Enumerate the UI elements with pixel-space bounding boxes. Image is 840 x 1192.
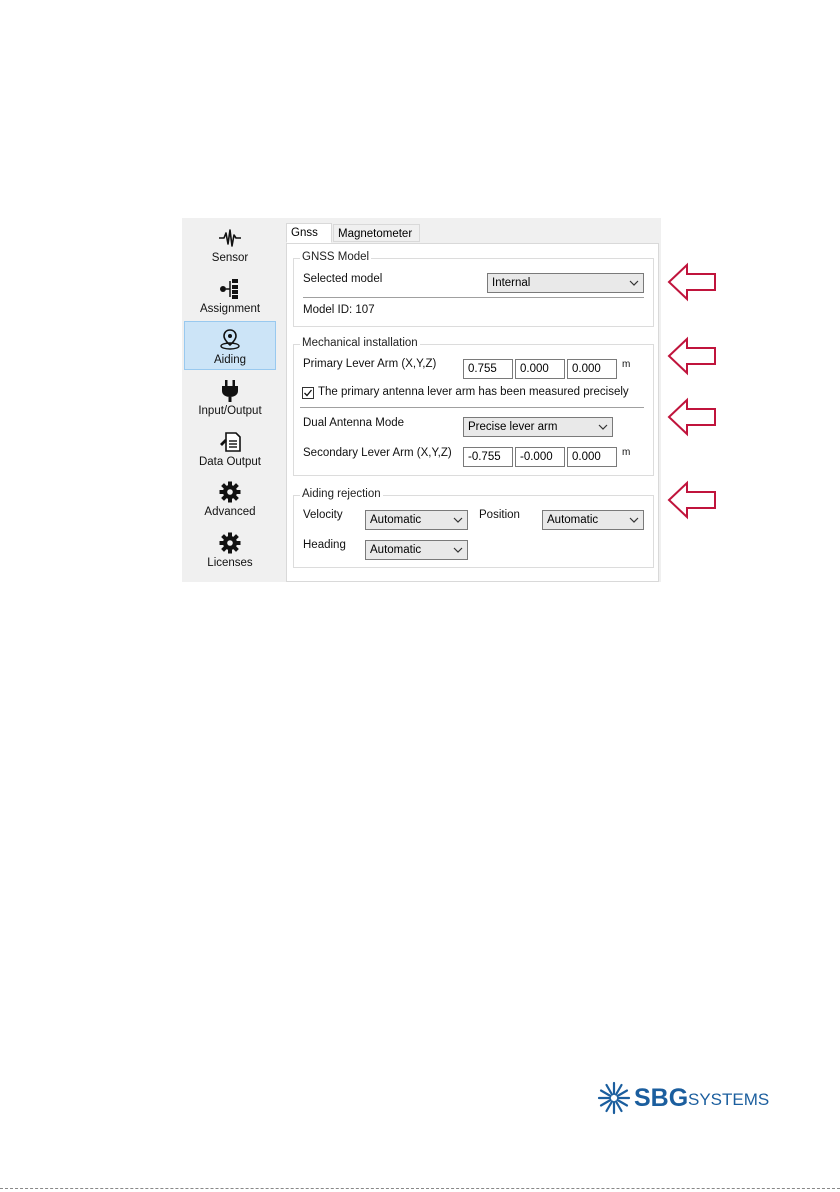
logo-suffix-text: SYSTEMS bbox=[688, 1090, 770, 1109]
separator bbox=[300, 407, 644, 408]
aiding-rejection-group: Aiding rejection Velocity Automatic Posi… bbox=[293, 488, 654, 568]
sidebar-item-data-output[interactable]: Data Output bbox=[184, 424, 276, 473]
dual-antenna-mode-value: Precise lever arm bbox=[468, 421, 558, 433]
gnss-model-group: GNSS Model Selected model Internal Model… bbox=[293, 251, 654, 327]
primary-lever-arm-x-input[interactable] bbox=[463, 359, 513, 379]
sidebar: Sensor Assignment Aiding Input/Output Da… bbox=[182, 218, 280, 582]
primary-lever-arm-label: Primary Lever Arm (X,Y,Z) bbox=[303, 358, 437, 370]
document-edit-icon bbox=[184, 430, 276, 454]
sbg-systems-logo: SBG SYSTEMS bbox=[596, 1078, 776, 1118]
checkmark-icon bbox=[304, 389, 313, 397]
separator bbox=[303, 297, 644, 298]
chevron-down-icon bbox=[629, 280, 639, 286]
mechanical-installation-group: Mechanical installation Primary Lever Ar… bbox=[293, 337, 654, 476]
secondary-lever-arm-x-input[interactable] bbox=[463, 447, 513, 467]
velocity-dropdown[interactable]: Automatic bbox=[365, 510, 468, 530]
sidebar-item-input-output[interactable]: Input/Output bbox=[184, 373, 276, 422]
velocity-value: Automatic bbox=[370, 514, 422, 526]
secondary-lever-arm-z-input[interactable] bbox=[567, 447, 617, 467]
heading-label: Heading bbox=[303, 539, 346, 551]
sidebar-item-label: Data Output bbox=[198, 456, 261, 468]
model-id-text: Model ID: 107 bbox=[303, 304, 375, 316]
position-value: Automatic bbox=[547, 514, 599, 526]
primary-lever-arm-y-input[interactable] bbox=[515, 359, 565, 379]
secondary-lever-arm-label: Secondary Lever Arm (X,Y,Z) bbox=[303, 447, 452, 459]
sidebar-item-assignment[interactable]: Assignment bbox=[184, 271, 276, 320]
position-dropdown[interactable]: Automatic bbox=[542, 510, 644, 530]
sidebar-item-advanced[interactable]: Advanced bbox=[184, 474, 276, 523]
sidebar-item-sensor[interactable]: Sensor bbox=[184, 220, 276, 269]
sidebar-item-label: Licenses bbox=[207, 557, 253, 569]
precise-lever-arm-checkbox[interactable] bbox=[302, 387, 314, 399]
unit-label: m bbox=[622, 447, 631, 458]
precise-lever-arm-label: The primary antenna lever arm has been m… bbox=[318, 386, 629, 398]
group-title: GNSS Model bbox=[300, 251, 372, 263]
sidebar-item-label: Assignment bbox=[199, 303, 261, 315]
chevron-down-icon bbox=[453, 517, 463, 523]
sidebar-item-aiding[interactable]: Aiding bbox=[184, 321, 276, 370]
sidebar-item-label: Sensor bbox=[211, 252, 249, 264]
left-arrow-icon bbox=[667, 480, 716, 520]
selected-model-value: Internal bbox=[492, 277, 531, 289]
gear-icon bbox=[184, 531, 276, 555]
sidebar-item-label: Aiding bbox=[214, 354, 246, 366]
chevron-down-icon bbox=[453, 547, 463, 553]
sidebar-item-licenses[interactable]: Licenses bbox=[184, 525, 276, 574]
page-bottom-divider bbox=[0, 1188, 840, 1189]
heading-value: Automatic bbox=[370, 544, 422, 556]
waveform-icon bbox=[184, 226, 276, 250]
gnss-panel: GNSS Model Selected model Internal Model… bbox=[286, 243, 659, 582]
left-arrow-icon bbox=[667, 336, 716, 376]
settings-window: Sensor Assignment Aiding Input/Output Da… bbox=[182, 218, 661, 582]
plug-icon bbox=[184, 379, 276, 403]
gear-icon bbox=[184, 480, 276, 504]
position-label: Position bbox=[479, 509, 520, 521]
left-arrow-icon bbox=[667, 262, 716, 302]
selected-model-dropdown[interactable]: Internal bbox=[487, 273, 644, 293]
chevron-down-icon bbox=[598, 424, 608, 430]
primary-lever-arm-z-input[interactable] bbox=[567, 359, 617, 379]
group-title: Aiding rejection bbox=[300, 488, 383, 500]
sidebar-item-label: Input/Output bbox=[198, 405, 262, 417]
tab-gnss-1[interactable]: Gnss 1 bbox=[286, 223, 332, 257]
dual-antenna-mode-dropdown[interactable]: Precise lever arm bbox=[463, 417, 613, 437]
group-title: Mechanical installation bbox=[300, 337, 420, 349]
selected-model-label: Selected model bbox=[303, 273, 383, 285]
dual-antenna-mode-label: Dual Antenna Mode bbox=[303, 417, 405, 429]
tree-icon bbox=[184, 277, 276, 301]
logo-brand-text: SBG bbox=[634, 1084, 689, 1112]
unit-label: m bbox=[622, 359, 631, 370]
left-arrow-icon bbox=[667, 397, 716, 437]
chevron-down-icon bbox=[629, 517, 639, 523]
location-pin-icon bbox=[185, 328, 275, 352]
sidebar-item-label: Advanced bbox=[204, 506, 256, 518]
tab-magnetometer[interactable]: Magnetometer bbox=[333, 224, 420, 242]
heading-dropdown[interactable]: Automatic bbox=[365, 540, 468, 560]
secondary-lever-arm-y-input[interactable] bbox=[515, 447, 565, 467]
velocity-label: Velocity bbox=[303, 509, 343, 521]
